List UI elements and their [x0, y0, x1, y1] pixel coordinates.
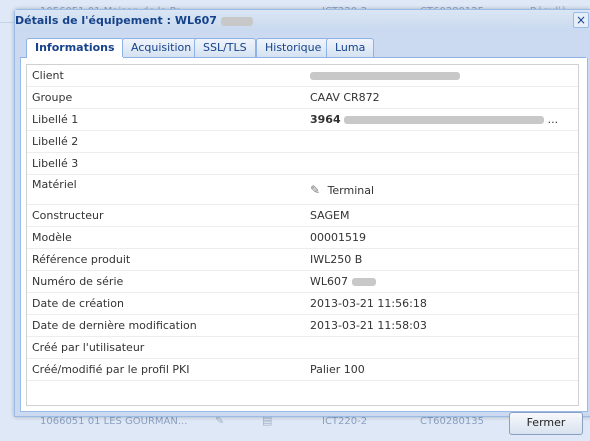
- bg-cell: ICT220-2: [322, 416, 368, 427]
- bg-cell: CT60280135: [420, 416, 484, 427]
- label-constructeur: Constructeur: [27, 204, 305, 227]
- tab-luma[interactable]: Luma: [326, 38, 375, 57]
- label-libelle2: Libellé 2: [27, 130, 305, 153]
- row-libelle1: Libellé 1 3964 ...: [27, 108, 578, 131]
- value-constructeur: SAGEM: [305, 204, 578, 227]
- row-creation: Date de création 2013-03-21 11:56:18: [27, 292, 578, 315]
- value-reference: IWL250 B: [305, 248, 578, 271]
- label-client: Client: [27, 65, 305, 87]
- row-reference: Référence produit IWL250 B: [27, 248, 578, 271]
- row-serie: Numéro de série WL607: [27, 270, 578, 293]
- row-libelle2: Libellé 2: [27, 130, 578, 153]
- label-modele: Modèle: [27, 226, 305, 249]
- value-modele: 00001519: [305, 226, 578, 249]
- value-creation: 2013-03-21 11:56:18: [305, 292, 578, 315]
- row-cree-par: Créé par l'utilisateur: [27, 336, 578, 359]
- materiel-text: Terminal: [327, 183, 375, 197]
- row-client: Client: [27, 65, 578, 87]
- label-reference: Référence produit: [27, 248, 305, 271]
- value-libelle2: [305, 130, 578, 153]
- redacted-text: [310, 72, 460, 80]
- property-grid: Client Groupe CAAV CR872 Libellé 1 3964 …: [26, 64, 579, 406]
- value-materiel: ✎ Terminal: [305, 174, 578, 205]
- bg-cell: 1066051 01 LES GOURMAN...: [40, 416, 188, 427]
- value-libelle3: [305, 152, 578, 175]
- value-serie: WL607: [305, 270, 578, 293]
- value-groupe: CAAV CR872: [305, 86, 578, 109]
- tab-ssl-tls[interactable]: SSL/TLS: [194, 38, 256, 57]
- label-cree-par: Créé par l'utilisateur: [27, 336, 305, 359]
- row-libelle3: Libellé 3: [27, 152, 578, 175]
- label-creation: Date de création: [27, 292, 305, 315]
- value-client: [305, 65, 578, 87]
- close-icon[interactable]: ×: [573, 12, 589, 28]
- redacted-text: [351, 278, 376, 286]
- row-constructeur: Constructeur SAGEM: [27, 204, 578, 227]
- label-modification: Date de dernière modification: [27, 314, 305, 337]
- row-groupe: Groupe CAAV CR872: [27, 86, 578, 109]
- tab-acquisition[interactable]: Acquisition: [122, 38, 201, 57]
- libelle1-text: 3964: [310, 113, 341, 126]
- row-modification: Date de dernière modification 2013-03-21…: [27, 314, 578, 337]
- row-materiel: Matériel ✎ Terminal: [27, 174, 578, 205]
- label-profil-pki: Créé/modifié par le profil PKI: [27, 358, 305, 381]
- tab-historique[interactable]: Historique: [256, 38, 331, 57]
- row-modele: Modèle 00001519: [27, 226, 578, 249]
- equipment-details-dialog: Détails de l'équipement : WL607 × Inform…: [14, 9, 590, 417]
- label-groupe: Groupe: [27, 86, 305, 109]
- redacted-text: [344, 116, 545, 124]
- libelle1-ellipsis: ...: [547, 113, 559, 126]
- informations-panel: Client Groupe CAAV CR872 Libellé 1 3964 …: [20, 58, 588, 412]
- dialog-title: Détails de l'équipement : WL607: [15, 14, 253, 27]
- tab-informations[interactable]: Informations: [26, 38, 124, 58]
- row-profil-pki: Créé/modifié par le profil PKI Palier 10…: [27, 358, 578, 381]
- fermer-button[interactable]: Fermer: [509, 412, 583, 435]
- pencil-icon: ✎: [310, 182, 321, 197]
- dialog-titlebar[interactable]: Détails de l'équipement : WL607 ×: [15, 10, 590, 31]
- value-libelle1: 3964 ...: [305, 108, 578, 131]
- label-serie: Numéro de série: [27, 270, 305, 293]
- tab-bar: Informations Acquisition SSL/TLS Histori…: [20, 32, 586, 58]
- serie-text: WL607: [310, 275, 349, 288]
- value-profil-pki: Palier 100: [305, 358, 578, 381]
- redacted-text: [220, 16, 253, 26]
- value-cree-par: [305, 336, 578, 359]
- label-libelle3: Libellé 3: [27, 152, 305, 175]
- label-materiel: Matériel: [27, 174, 305, 205]
- label-libelle1: Libellé 1: [27, 108, 305, 131]
- value-modification: 2013-03-21 11:58:03: [305, 314, 578, 337]
